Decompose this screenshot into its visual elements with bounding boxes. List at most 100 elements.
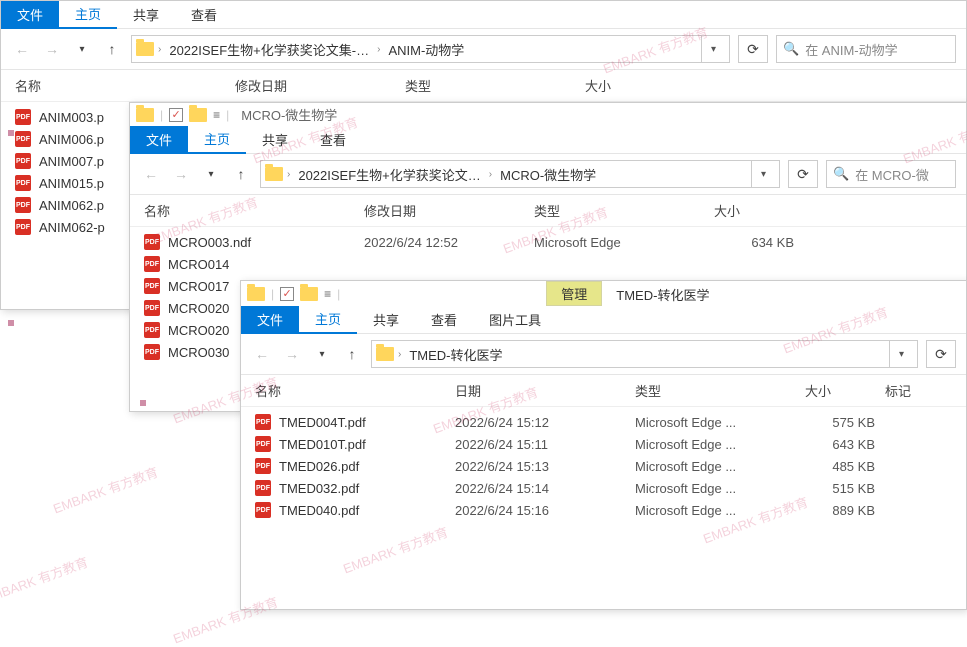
tab-home[interactable]: 主页	[59, 1, 117, 29]
address-bar: ← → ▾ ↑ › 2022ISEF生物+化学获奖论文… › MCRO-微生物学…	[130, 154, 966, 195]
folder-icon	[376, 347, 394, 361]
col-tag[interactable]: 标记	[885, 381, 945, 400]
checkbox-icon[interactable]: ✓	[169, 108, 183, 122]
pdf-icon	[255, 436, 271, 452]
col-size[interactable]: 大小	[805, 381, 885, 400]
tab-file[interactable]: 文件	[241, 306, 299, 334]
forward-button[interactable]: →	[41, 38, 63, 60]
list-item[interactable]: MCRO003.ndf 2022/6/24 12:52 Microsoft Ed…	[130, 231, 966, 253]
col-mod-date[interactable]: 修改日期	[235, 76, 405, 95]
title-bar: | ✓ ≡ | 管理 TMED-转化医学	[241, 281, 966, 306]
forward-button[interactable]: →	[281, 343, 303, 365]
window-tmed: | ✓ ≡ | 管理 TMED-转化医学 文件 主页 共享 查看 图片工具 ← …	[240, 280, 967, 610]
separator: |	[271, 287, 274, 301]
col-size[interactable]: 大小	[585, 76, 675, 95]
pdf-icon	[144, 278, 160, 294]
checkbox-icon[interactable]: ✓	[280, 287, 294, 301]
list-item[interactable]: TMED004T.pdf 2022/6/24 15:12 Microsoft E…	[241, 411, 966, 433]
search-input[interactable]: 🔍 在 ANIM-动物学	[776, 35, 956, 63]
file-date: 2022/6/24 15:13	[455, 459, 635, 474]
recent-dropdown[interactable]: ▾	[71, 38, 93, 60]
tab-share[interactable]: 共享	[246, 126, 304, 154]
file-size: 634 KB	[714, 235, 804, 250]
tab-picture-tools[interactable]: 图片工具	[473, 306, 557, 334]
file-date: 2022/6/24 15:16	[455, 503, 635, 518]
back-button[interactable]: ←	[251, 343, 273, 365]
separator: |	[226, 108, 229, 122]
list-item[interactable]: TMED040.pdf 2022/6/24 15:16 Microsoft Ed…	[241, 499, 966, 521]
tab-view[interactable]: 查看	[415, 306, 473, 334]
qat-overflow[interactable]: ≡	[324, 287, 331, 301]
pdf-icon	[255, 458, 271, 474]
crumb-1[interactable]: TMED-转化医学	[405, 345, 506, 364]
pdf-icon	[15, 219, 31, 235]
file-type: Microsoft Edge ...	[635, 481, 805, 496]
qat-overflow[interactable]: ≡	[213, 108, 220, 122]
recent-dropdown[interactable]: ▾	[311, 343, 333, 365]
breadcrumb-dropdown[interactable]: ▾	[701, 36, 725, 62]
ribbon: 文件 主页 共享 查看	[1, 1, 966, 29]
col-type[interactable]: 类型	[534, 201, 714, 220]
list-item[interactable]: TMED010T.pdf 2022/6/24 15:11 Microsoft E…	[241, 433, 966, 455]
breadcrumb[interactable]: › TMED-转化医学 ▾	[371, 340, 918, 368]
pdf-icon	[15, 175, 31, 191]
search-placeholder: 在 MCRO-微	[855, 165, 929, 184]
window-title: TMED-转化医学	[602, 283, 723, 306]
pdf-icon	[255, 502, 271, 518]
search-input[interactable]: 🔍 在 MCRO-微	[826, 160, 956, 188]
back-button[interactable]: ←	[11, 38, 33, 60]
quick-access-toolbar: | ✓ ≡ | MCRO-微生物学	[130, 103, 966, 126]
tab-home[interactable]: 主页	[299, 306, 357, 334]
up-button[interactable]: ↑	[101, 38, 123, 60]
col-name[interactable]: 名称	[15, 76, 235, 95]
list-item[interactable]: TMED026.pdf 2022/6/24 15:13 Microsoft Ed…	[241, 455, 966, 477]
breadcrumb[interactable]: › 2022ISEF生物+化学获奖论文… › MCRO-微生物学 ▾	[260, 160, 780, 188]
refresh-button[interactable]: ⟳	[926, 340, 956, 368]
col-date[interactable]: 日期	[455, 381, 635, 400]
separator: |	[337, 287, 340, 301]
crumb-1[interactable]: 2022ISEF生物+化学获奖论文…	[294, 165, 484, 184]
file-type: Microsoft Edge ...	[635, 459, 805, 474]
recent-dropdown[interactable]: ▾	[200, 163, 222, 185]
tab-file[interactable]: 文件	[1, 1, 59, 29]
file-date: 2022/6/24 12:52	[364, 235, 534, 250]
file-name: TMED026.pdf	[279, 459, 455, 474]
col-type[interactable]: 类型	[635, 381, 805, 400]
col-name[interactable]: 名称	[144, 201, 364, 220]
col-name[interactable]: 名称	[255, 381, 455, 400]
folder-icon	[247, 287, 265, 301]
crumb-1[interactable]: 2022ISEF生物+化学获奖论文集-…	[165, 40, 373, 59]
file-name: TMED040.pdf	[279, 503, 455, 518]
folder-icon	[265, 167, 283, 181]
search-icon: 🔍	[783, 41, 799, 57]
crumb-2[interactable]: ANIM-动物学	[384, 40, 468, 59]
list-item[interactable]: TMED032.pdf 2022/6/24 15:14 Microsoft Ed…	[241, 477, 966, 499]
file-name: TMED004T.pdf	[279, 415, 455, 430]
col-mod-date[interactable]: 修改日期	[364, 201, 534, 220]
file-name: MCRO014	[168, 257, 364, 272]
tab-view[interactable]: 查看	[304, 126, 362, 154]
tab-file[interactable]: 文件	[130, 126, 188, 154]
crumb-2[interactable]: MCRO-微生物学	[496, 165, 600, 184]
col-type[interactable]: 类型	[405, 76, 585, 95]
up-button[interactable]: ↑	[230, 163, 252, 185]
tab-home[interactable]: 主页	[188, 126, 246, 154]
col-size[interactable]: 大小	[714, 201, 804, 220]
tab-share[interactable]: 共享	[357, 306, 415, 334]
refresh-button[interactable]: ⟳	[788, 160, 818, 188]
breadcrumb[interactable]: › 2022ISEF生物+化学获奖论文集-… › ANIM-动物学 ▾	[131, 35, 730, 63]
up-button[interactable]: ↑	[341, 343, 363, 365]
chevron-right-icon: ›	[396, 349, 403, 360]
pdf-icon	[15, 131, 31, 147]
file-type: Microsoft Edge ...	[635, 503, 805, 518]
breadcrumb-dropdown[interactable]: ▾	[889, 341, 913, 367]
tab-share[interactable]: 共享	[117, 1, 175, 29]
contextual-tab-manage[interactable]: 管理	[547, 282, 601, 305]
refresh-button[interactable]: ⟳	[738, 35, 768, 63]
breadcrumb-dropdown[interactable]: ▾	[751, 161, 775, 187]
forward-button[interactable]: →	[170, 163, 192, 185]
tab-view[interactable]: 查看	[175, 1, 233, 29]
back-button[interactable]: ←	[140, 163, 162, 185]
file-size: 889 KB	[805, 503, 885, 518]
list-item[interactable]: MCRO014	[130, 253, 966, 275]
